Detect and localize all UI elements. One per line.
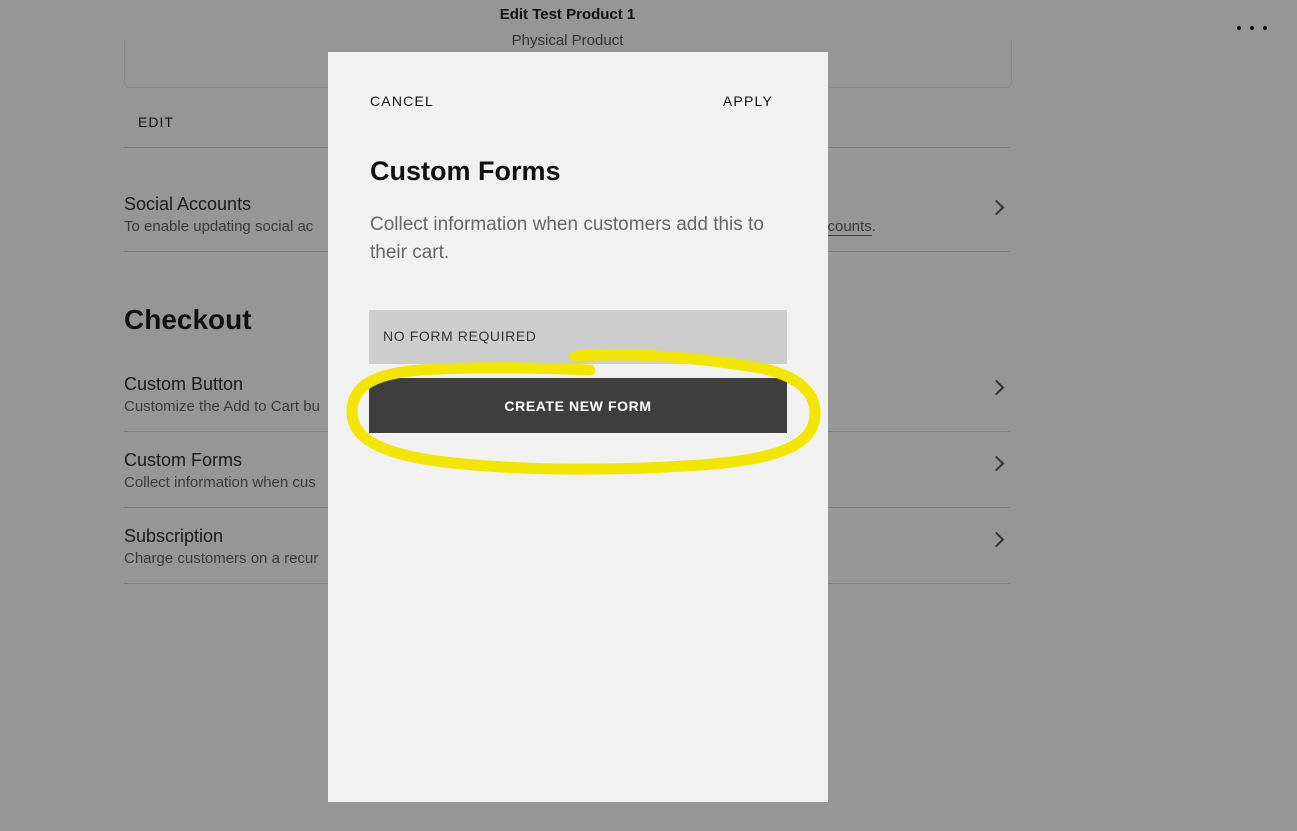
chevron-right-icon — [988, 531, 1005, 548]
row-title: Custom Button — [124, 374, 244, 394]
row-title: Subscription — [124, 526, 224, 546]
row-title: Custom Forms — [124, 450, 243, 470]
period-text: . — [871, 218, 876, 235]
row-description: Charge customers on a recur — [124, 550, 319, 567]
form-select-value: NO FORM REQUIRED — [383, 328, 537, 344]
edit-button[interactable]: EDIT — [138, 114, 174, 130]
modal-description: Collect information when customers add t… — [370, 214, 764, 263]
chevron-right-icon — [988, 455, 1005, 472]
row-description: Customize the Add to Cart bu — [124, 398, 320, 415]
form-select[interactable]: NO FORM REQUIRED — [369, 310, 787, 364]
more-horizontal-icon[interactable] — [1237, 26, 1267, 32]
row-description: To enable updating social ac — [124, 218, 314, 235]
social-accounts-link-text: ccounts. — [820, 218, 876, 236]
page-title: Edit Test Product 1 — [499, 6, 636, 23]
row-description: Collect information when cus — [124, 474, 316, 491]
create-new-form-button[interactable]: CREATE NEW FORM — [369, 378, 787, 433]
chevron-right-icon — [988, 379, 1005, 396]
checkout-heading: Checkout — [124, 304, 252, 335]
apply-button[interactable]: APPLY — [723, 93, 773, 109]
chevron-right-icon — [988, 199, 1005, 216]
custom-forms-modal: CANCEL APPLY Custom Forms Collect inform… — [328, 52, 828, 802]
modal-title: Custom Forms — [370, 156, 561, 186]
row-title: Social Accounts — [124, 194, 252, 214]
cancel-button[interactable]: CANCEL — [370, 93, 434, 109]
